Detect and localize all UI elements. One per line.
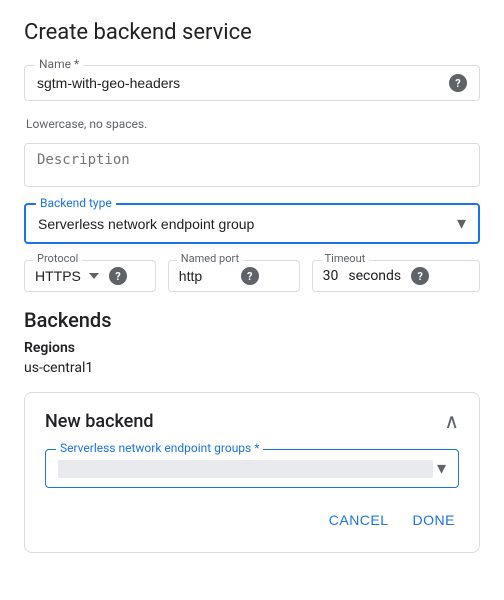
- timeout-value: 30: [323, 268, 339, 284]
- serverless-neg-field-group: Serverless network endpoint groups * ▾: [45, 449, 459, 488]
- protocol-chevron-icon: [89, 273, 99, 279]
- backends-title: Backends: [24, 308, 480, 332]
- description-input[interactable]: [37, 152, 467, 196]
- regions-value: us-central1: [24, 360, 480, 376]
- named-port-field-group: Named port ?: [168, 260, 300, 292]
- description-field-group: [24, 143, 480, 187]
- regions-label: Regions: [24, 340, 480, 356]
- card-actions: CANCEL DONE: [45, 504, 459, 536]
- name-input[interactable]: [37, 75, 441, 91]
- serverless-neg-placeholder: [58, 460, 433, 478]
- timeout-field-group: Timeout 30 seconds ?: [312, 260, 480, 292]
- name-field-group: Name * ?: [24, 65, 480, 101]
- backend-type-field-group: Backend type Serverless network endpoint…: [24, 203, 480, 244]
- page-title: Create backend service: [24, 20, 480, 45]
- new-backend-title: New backend: [45, 411, 153, 432]
- backend-type-label: Backend type: [36, 196, 116, 210]
- new-backend-card: New backend ∧ Serverless network endpoin…: [24, 392, 480, 553]
- backend-type-chevron-icon: ▾: [457, 213, 466, 234]
- timeout-label: Timeout: [321, 252, 370, 265]
- timeout-unit: seconds: [348, 268, 401, 284]
- protocol-field-group: Protocol HTTPS HTTP HTTP2 ?: [24, 260, 156, 292]
- name-hint: Lowercase, no spaces.: [24, 117, 480, 131]
- name-help-icon[interactable]: ?: [449, 74, 467, 92]
- named-port-input[interactable]: [179, 268, 229, 284]
- named-port-label: Named port: [177, 252, 243, 265]
- serverless-neg-chevron-icon: ▾: [437, 458, 446, 479]
- name-field-label: Name *: [35, 57, 83, 71]
- protocol-select[interactable]: HTTPS HTTP HTTP2: [35, 268, 81, 284]
- timeout-help-icon[interactable]: ?: [411, 267, 429, 285]
- protocol-help-icon[interactable]: ?: [109, 267, 127, 285]
- collapse-icon[interactable]: ∧: [444, 409, 459, 433]
- backend-type-select[interactable]: Serverless network endpoint group Instan…: [38, 216, 453, 232]
- named-port-help-icon[interactable]: ?: [241, 267, 259, 285]
- cancel-button[interactable]: CANCEL: [325, 504, 393, 536]
- protocol-label: Protocol: [33, 252, 82, 265]
- new-backend-header: New backend ∧: [45, 409, 459, 433]
- backends-section: Backends Regions us-central1 New backend…: [24, 308, 480, 553]
- serverless-neg-label: Serverless network endpoint groups *: [56, 441, 263, 455]
- done-button[interactable]: DONE: [409, 504, 459, 536]
- protocol-port-timeout-row: Protocol HTTPS HTTP HTTP2 ? Named port ?…: [24, 260, 480, 292]
